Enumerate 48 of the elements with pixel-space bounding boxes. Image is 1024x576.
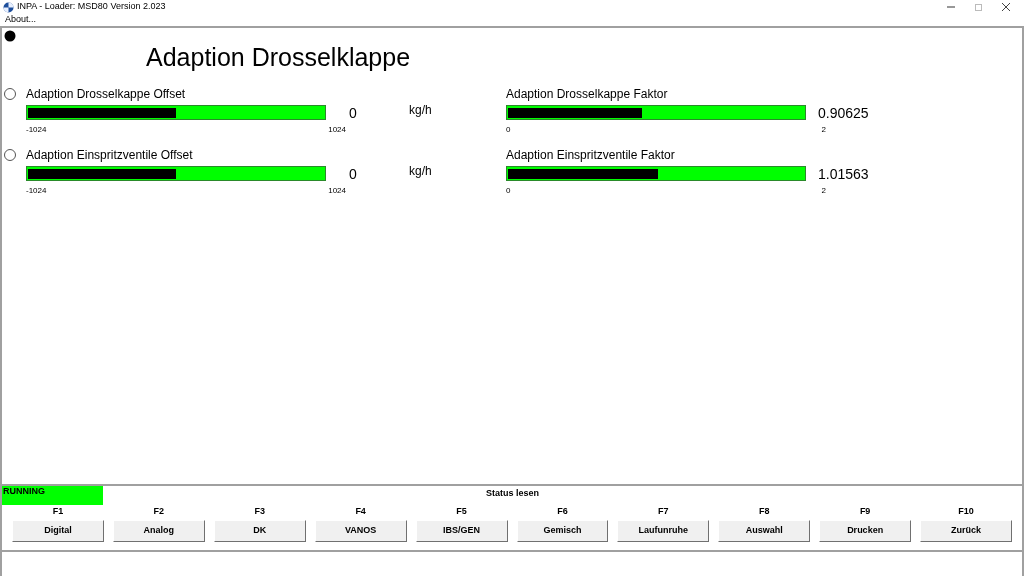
scale-label: 2 [821,186,826,195]
unit-label: kg/h [409,101,432,119]
meter-value: 0 [349,104,358,123]
status-indicator: RUNNING [2,486,103,505]
function-button[interactable]: Drucken [819,520,912,542]
function-button[interactable]: Analog [112,520,205,542]
menu-item[interactable]: About... [5,13,37,27]
key-label: F6 [557,506,568,518]
scale-label: 1024 [328,125,346,134]
key-label: F3 [254,506,265,518]
function-button[interactable]: Laufunruhe [617,520,710,542]
scale-label: -1024 [26,186,47,195]
meter-label: Adaption Drosselkappe Offset [26,87,187,101]
key-label: F5 [456,506,467,518]
scale-label: 0 [506,186,511,195]
function-button[interactable]: VANOS [314,520,407,542]
function-button[interactable]: Digital [12,520,104,542]
close-icon[interactable] [1002,3,1010,11]
key-label: F7 [658,506,669,518]
key-label: F10 [958,506,974,518]
scale-label: -1024 [26,125,47,134]
unit-label: kg/h [409,162,432,180]
marker-dot-icon [4,30,16,42]
scale-label: 1024 [328,186,346,195]
status-title: Status lesen [485,487,540,500]
key-label: F4 [355,506,366,518]
function-button[interactable]: Auswahl [718,520,811,542]
radio-button[interactable] [4,88,16,100]
key-label: F2 [153,506,165,518]
meter-value: 0.90625 [818,104,870,123]
meter-label: Adaption Drosselkappe Faktor [506,87,669,101]
meter-label: Adaption Einspritzventile Faktor [506,148,676,162]
scale-label: 2 [821,125,826,134]
function-button[interactable]: Gemisch [516,520,609,542]
radio-button[interactable] [4,149,16,161]
window-title: INPA - Loader: MSD80 Version 2.023 [17,0,166,14]
key-label: F1 [52,506,64,518]
app-icon [3,1,14,13]
key-label: F8 [759,506,770,518]
key-label: F9 [859,506,871,518]
page-title: Adaption Drosselklappe [146,42,411,72]
meter-value: 0 [349,165,358,184]
meter-label: Adaption Einspritzventile Offset [26,148,194,162]
function-button[interactable]: Zurück [920,520,1012,542]
function-button[interactable]: IBS/GEN [415,520,508,542]
scale-label: 0 [506,125,511,134]
meter-value: 1.01563 [818,165,870,184]
function-button[interactable]: DK [213,520,306,542]
